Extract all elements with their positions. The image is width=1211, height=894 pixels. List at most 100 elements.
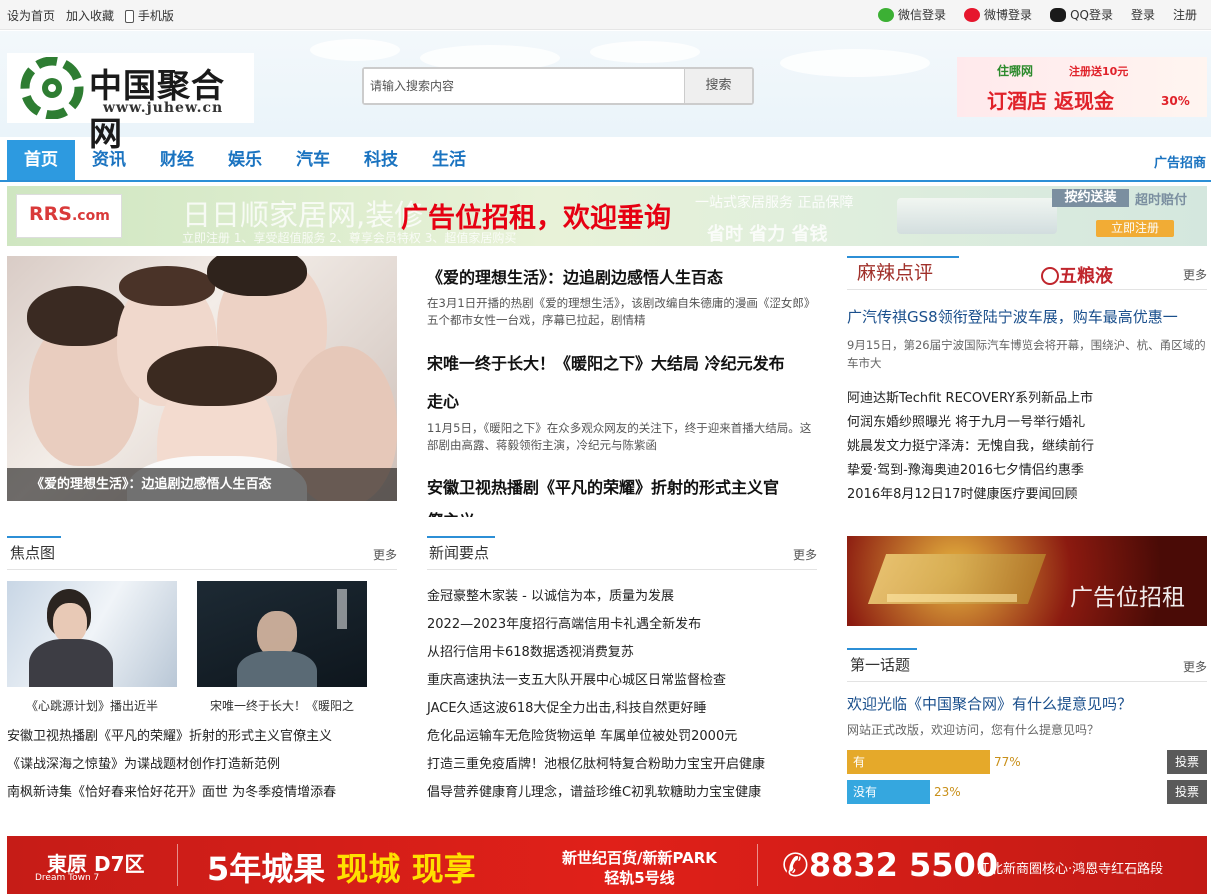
bottom-ad-headline-main: 5年城果 [207,850,337,888]
bottom-ad-mid: 新世纪百货/新新PARK 轻轨5号线 [562,848,717,888]
logo-mark-icon [20,57,84,119]
search-button[interactable]: 搜索 [684,69,752,103]
focus-list-item[interactable]: 安徽卫视热播剧《平凡的荣耀》折射的形式主义官僚主义 [7,725,332,744]
add-favorite-link[interactable]: 加入收藏 [66,7,114,24]
feature-photo[interactable]: 《爱的理想生活》：边追剧边感悟人生百态 [7,256,397,501]
wechat-login-link[interactable]: 微信登录 [878,6,946,23]
article-title[interactable]: 《爱的理想生活》：边追剧边感悟人生百态 [427,264,723,288]
weibo-login-link[interactable]: 微博登录 [964,6,1032,23]
person-body [237,651,317,687]
top-bar-right: 微信登录 微博登录 QQ登录 登录 注册 [878,6,1197,23]
person-hair [147,346,277,406]
person-hair [119,266,215,306]
bottom-ad-mid-line: 轻轨5号线 [604,869,675,887]
article-title[interactable]: 宋唯一终于长大！《暖阳之下》大结局 冷纪元发布 [427,350,785,374]
news-list-item[interactable]: 打造三重免疫盾牌！池根亿肽柯特复合粉助力宝宝开启健康 [427,753,765,772]
news-list-item[interactable]: 从招行信用卡618数据透视消费复苏 [427,641,634,660]
news-list-item[interactable]: 2022—2023年度招行高端信用卡礼遇全新发布 [427,613,701,632]
mobile-version-link[interactable]: 手机版 [125,7,174,24]
focus-thumb-caption[interactable]: 《心跳源计划》播出近半 [7,697,177,714]
poll-option-label: 没有 [853,785,878,799]
review-list-item[interactable]: 挚爱·驾到-豫海奥迪2016七夕情侣约惠季 [847,459,1084,478]
focus-list-item[interactable]: 南枫新诗集《恰好春来恰好花开》面世 为冬季疫情增添春 [7,781,336,800]
header-ad-percent: 30% [1161,94,1190,108]
focus-thumb[interactable] [197,581,367,687]
article-title-cont[interactable]: 僚主义 [427,507,475,517]
nav-item-entertainment[interactable]: 娱乐 [211,140,279,180]
right-ad-banner[interactable]: 广告位招租 [847,536,1207,626]
header-ad[interactable]: 住哪网 注册送10元 订酒店 返现金 30% [957,57,1207,117]
nav-item-news[interactable]: 资讯 [75,140,143,180]
vote-button[interactable]: 投票 [1167,750,1207,774]
banner-tag-delivery: 按约送装 [1052,189,1129,207]
phone-icon [125,10,135,23]
feature-caption[interactable]: 《爱的理想生活》：边追剧边感悟人生百态 [7,468,397,501]
review-list-item[interactable]: 2016年8月12日17时健康医疗要闻回顾 [847,483,1077,502]
gold-decoration [887,594,1017,602]
more-link[interactable]: 更多 [1183,266,1207,283]
bottom-ad-banner[interactable]: 東原 D7区 Dream Town 7 5年城果 现城 现享 新世纪百货/新新P… [7,836,1207,894]
article-title-clip: 僚主义 [427,507,527,517]
right-ad-text: 广告位招租 [1070,585,1185,611]
banner-register-button[interactable]: 立即注册 [1096,220,1174,237]
section-header-review: 麻辣点评 五粮液 更多 [847,256,1207,290]
logo-url: www.juhew.cn [103,100,224,116]
poster-text-decoration [337,589,347,629]
main-nav: 首页 资讯 财经 娱乐 汽车 科技 生活 广告招商 [0,137,1211,182]
bottom-ad-mid-line: 新世纪百货/新新PARK [562,849,717,867]
search-bar: 搜索 [362,67,754,105]
poll-question[interactable]: 欢迎光临《中国聚合网》有什么提意见吗？ [847,693,1132,714]
cloud-decoration [780,49,930,77]
banner-promo-text: 广告位招租，欢迎垂询 [401,203,671,234]
nav-item-finance[interactable]: 财经 [143,140,211,180]
more-link[interactable]: 更多 [1183,658,1207,675]
review-list-item[interactable]: 阿迪达斯Techfit RECOVERY系列新品上市 [847,387,1093,406]
search-input[interactable] [364,69,684,103]
bottom-ad-brand-en: Dream Town 7 [35,873,100,883]
nav-item-home[interactable]: 首页 [7,140,75,180]
section-header-topic: 第一话题 更多 [847,648,1207,682]
nav-item-auto[interactable]: 汽车 [279,140,347,180]
focus-list-clip: 南枫新诗集《恰好春来恰好花开》面世 为冬季疫情增添春 [7,781,403,801]
review-list-item[interactable]: 何润东婚纱照曝光 将于九月一号举行婚礼 [847,411,1085,430]
wuliangye-logo-text: 五粮液 [1059,266,1113,287]
mobile-version-label: 手机版 [137,9,174,23]
qq-icon [1050,7,1067,22]
review-list-item[interactable]: 姚晨发文力挺宁泽涛：无愧自我，继续前行 [847,435,1094,454]
banner-tag-compensation: 超时赔付 [1135,193,1188,208]
focus-thumb-caption[interactable]: 宋唯一终于长大！《暖阳之 [197,697,367,714]
news-list-item[interactable]: JACE久适这波618大促全力出击,科技自然更好睡 [427,697,707,716]
site-logo[interactable]: 中国聚合网 www.juhew.cn [7,53,254,153]
news-list-item[interactable]: 倡导营养健康育儿理念，谱益珍维C初乳软糖助力宝宝健康 [427,781,761,800]
poll-bar-no: 没有 [847,780,930,804]
qq-login-link[interactable]: QQ登录 [1050,6,1113,23]
nav-item-tech[interactable]: 科技 [347,140,415,180]
focus-list-item[interactable]: 《谍战深海之惊蛰》为谍战题材创作打造新范例 [7,753,280,772]
bottom-ad-headline-highlight: 现城 现享 [336,850,476,888]
header-ad-headline: 订酒店 返现金 [987,89,1114,113]
news-list-item[interactable]: 重庆高速执法一支五大队开展中心城区日常监督检查 [427,669,726,688]
focus-thumb[interactable] [7,581,177,687]
news-list-item[interactable]: 危化品运输车无危险货物运单 车属单位被处罚2000元 [427,725,737,744]
more-link[interactable]: 更多 [793,546,817,563]
set-homepage-link[interactable]: 设为首页 [7,7,55,24]
more-link[interactable]: 更多 [373,546,397,563]
review-headline[interactable]: 广汽传祺GS8领衔登陆宁波车展，购车最高优惠一 [847,306,1178,327]
login-link[interactable]: 登录 [1131,6,1155,23]
weibo-login-label: 微博登录 [984,8,1033,22]
bottom-ad-headline: 5年城果 现城 现享 [207,844,476,890]
nav-item-life[interactable]: 生活 [415,140,483,180]
top-bar: 设为首页 加入收藏 手机版 微信登录 微博登录 QQ登录 登录 注册 [0,0,1211,30]
poll-percent: 23% [934,785,961,799]
rrs-logo-text: .com [71,208,110,224]
news-list-item[interactable]: 金冠豪整木家装 - 以诚信为本，质量为发展 [427,585,674,604]
banner-ad[interactable]: RRS.com 日日顺家居网,装修 立即注册 1、享受超值服务 2、尊享会员特权… [7,186,1207,246]
register-link[interactable]: 注册 [1173,6,1197,23]
section-header-news: 新闻要点 更多 [427,536,817,570]
ad-recruit-link[interactable]: 广告招商 [1154,152,1206,171]
article-title-cont[interactable]: 走心 [427,388,459,412]
article-title[interactable]: 安徽卫视热播剧《平凡的荣耀》折射的形式主义官 [427,474,779,498]
top-bar-left: 设为首页 加入收藏 手机版 [7,7,174,24]
weibo-icon [964,7,981,22]
vote-button[interactable]: 投票 [1167,780,1207,804]
